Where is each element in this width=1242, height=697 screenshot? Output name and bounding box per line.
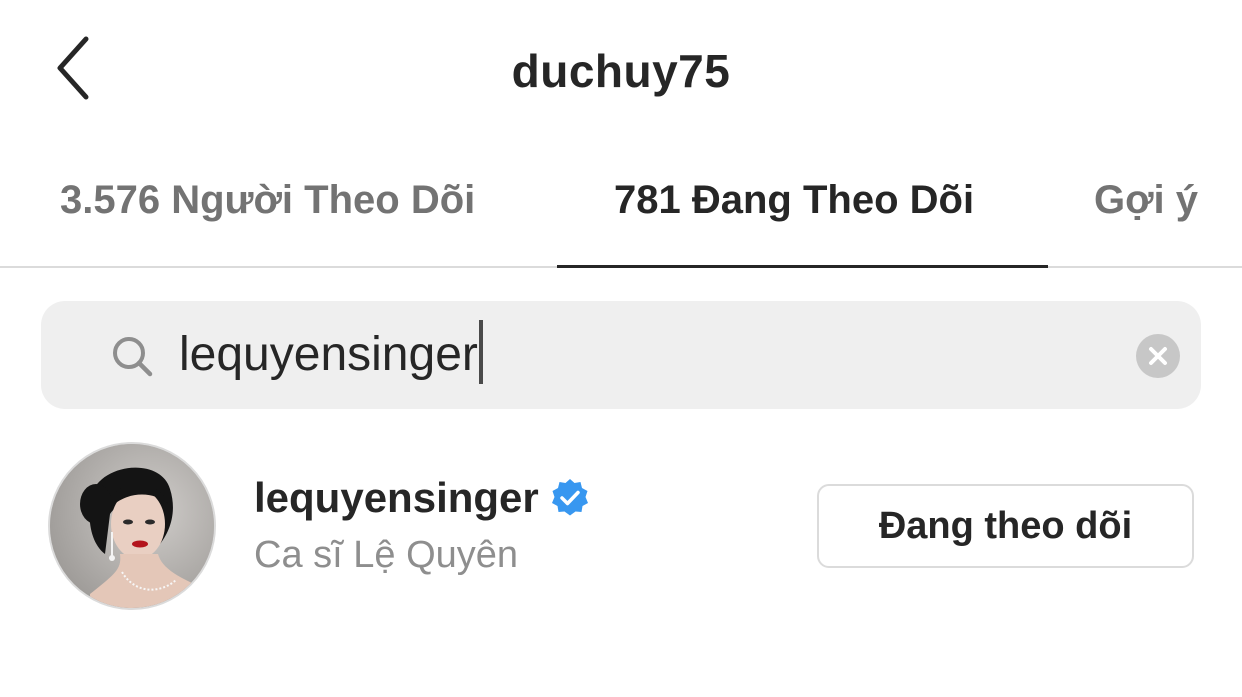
avatar-image [50, 444, 214, 608]
verified-badge-icon [551, 479, 588, 516]
avatar[interactable] [48, 442, 216, 610]
tab-followers[interactable]: 3.576 Người Theo Dõi [60, 178, 475, 223]
clear-search-button[interactable] [1136, 334, 1180, 378]
username-line: lequyensinger [254, 474, 591, 522]
username[interactable]: lequyensinger [254, 474, 539, 522]
tab-following[interactable]: 781 Đang Theo Dõi [614, 178, 974, 223]
active-tab-indicator [557, 265, 1048, 268]
following-button[interactable]: Đang theo dõi [817, 484, 1194, 568]
tab-bar: 3.576 Người Theo Dõi 781 Đang Theo Dõi G… [0, 140, 1242, 268]
list-item[interactable]: lequyensinger Ca sĩ Lệ Quyên Đang theo d… [0, 436, 1242, 616]
tab-suggested[interactable]: Gợi ý [1094, 178, 1198, 223]
header: duchuy75 [0, 0, 1242, 140]
full-name: Ca sĩ Lệ Quyên [254, 534, 519, 576]
search-icon [113, 337, 153, 377]
clear-icon [1149, 347, 1167, 365]
search-query-text: lequyensinger [179, 328, 478, 381]
page-title: duchuy75 [511, 45, 731, 97]
search-input[interactable]: lequyensinger [41, 301, 1201, 409]
text-caret [478, 320, 483, 385]
search-query: lequyensinger [179, 320, 483, 385]
